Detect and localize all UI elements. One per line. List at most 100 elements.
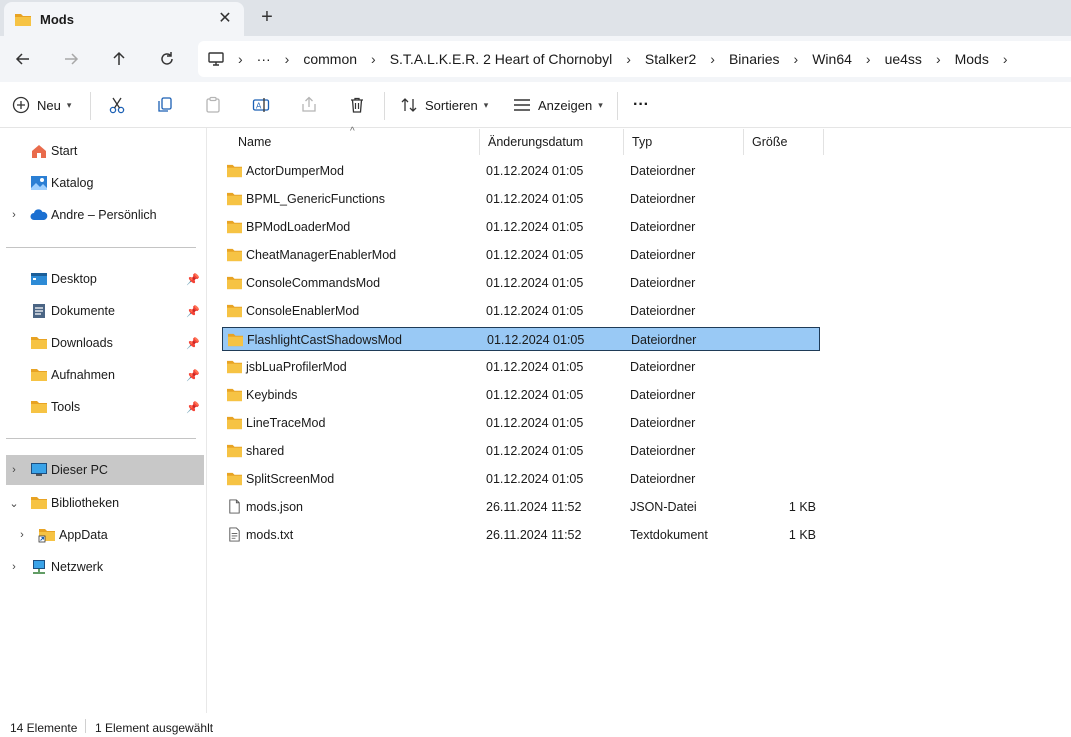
text-file-icon bbox=[229, 527, 240, 542]
file-date: 26.11.2024 11:52 bbox=[486, 528, 582, 542]
file-row[interactable]: shared 01.12.2024 01:05 Dateiordner bbox=[222, 439, 820, 463]
sidebar-item-dieser-pc[interactable]: › Dieser PC bbox=[6, 455, 204, 485]
tab-strip: Mods ✕ + bbox=[0, 0, 1071, 36]
refresh-button[interactable] bbox=[153, 45, 181, 73]
sidebar-item-label: Dokumente bbox=[51, 304, 115, 318]
delete-button[interactable] bbox=[348, 94, 366, 116]
view-button[interactable]: Anzeigen ▾ bbox=[513, 94, 603, 116]
sidebar-item-netzwerk[interactable]: › Netzwerk bbox=[6, 552, 204, 582]
sidebar-item-start[interactable]: Start bbox=[6, 136, 204, 166]
breadcrumb-common[interactable]: common bbox=[303, 51, 357, 67]
file-name: BPML_GenericFunctions bbox=[246, 192, 385, 206]
file-name: CheatManagerEnablerMod bbox=[246, 248, 397, 262]
command-bar: Neu ▾ A Sortieren ▾ Anzeigen ▾ ··· bbox=[0, 82, 1071, 128]
file-row[interactable]: BPModLoaderMod 01.12.2024 01:05 Dateiordne… bbox=[222, 215, 820, 239]
breadcrumb-stalker2[interactable]: Stalker2 bbox=[645, 51, 696, 67]
sidebar-item-bibliotheken[interactable]: ⌄ Bibliotheken bbox=[6, 488, 204, 518]
file-row[interactable]: jsbLuaProfilerMod 01.12.2024 01:05 Dateior… bbox=[222, 355, 820, 379]
view-list-icon bbox=[514, 99, 530, 111]
pin-icon[interactable]: 📌 bbox=[186, 337, 200, 350]
column-header-size[interactable]: Größe bbox=[744, 129, 824, 155]
sidebar-item-katalog[interactable]: Katalog bbox=[6, 168, 204, 198]
rename-button[interactable]: A bbox=[252, 94, 270, 116]
new-button[interactable]: Neu ▾ bbox=[12, 94, 71, 116]
column-header-type[interactable]: Typ bbox=[624, 129, 744, 155]
address-bar[interactable]: › ··· › common › S.T.A.L.K.E.R. 2 Heart … bbox=[198, 41, 1071, 77]
file-name: BPModLoaderMod bbox=[246, 220, 351, 234]
file-name: FlashlightCastShadowsMod bbox=[247, 333, 402, 347]
breadcrumb-win64[interactable]: Win64 bbox=[812, 51, 852, 67]
sidebar-item-label: Bibliotheken bbox=[51, 496, 120, 510]
breadcrumb-binaries[interactable]: Binaries bbox=[729, 51, 780, 67]
file-row[interactable]: ConsoleCommandsMod 01.12.2024 01:05 Dateio… bbox=[222, 271, 820, 295]
sidebar-item-desktop[interactable]: Desktop 📌 bbox=[6, 264, 204, 294]
pin-icon[interactable]: 📌 bbox=[186, 273, 200, 286]
folder-icon bbox=[31, 401, 47, 413]
file-date: 01.12.2024 01:05 bbox=[486, 304, 584, 318]
breadcrumb-expand-chevron[interactable]: › bbox=[1003, 51, 1008, 67]
chevron-down-icon[interactable]: ⌄ bbox=[8, 497, 20, 510]
pin-icon[interactable]: 📌 bbox=[186, 369, 200, 382]
folder-icon bbox=[15, 13, 31, 26]
sort-button[interactable]: Sortieren ▾ bbox=[400, 94, 488, 116]
file-row[interactable]: Keybinds 01.12.2024 01:05 Dateiordner bbox=[222, 383, 820, 407]
file-size: 1 KB bbox=[788, 500, 816, 514]
file-row[interactable]: CheatManagerEnablerMod 01.12.2024 01:05 Da… bbox=[222, 243, 820, 267]
file-date: 01.12.2024 01:05 bbox=[486, 192, 584, 206]
file-row[interactable]: LineTraceMod 01.12.2024 01:05 Dateiordner bbox=[222, 411, 820, 435]
pin-icon[interactable]: 📌 bbox=[186, 305, 200, 318]
chevron-right-icon[interactable]: › bbox=[8, 464, 20, 476]
file-date: 01.12.2024 01:05 bbox=[486, 388, 584, 402]
sidebar-item-dokumente[interactable]: Dokumente 📌 bbox=[6, 296, 204, 326]
sidebar-item-tools[interactable]: Tools 📌 bbox=[6, 392, 204, 422]
file-row[interactable]: mods.json 26.11.2024 11:52 JSON-Datei 1 KB bbox=[222, 495, 820, 519]
file-type: JSON-Datei bbox=[630, 500, 697, 514]
chevron-right-icon[interactable]: › bbox=[8, 209, 20, 221]
gallery-icon bbox=[31, 176, 47, 190]
toolbar-divider bbox=[617, 92, 618, 120]
file-row[interactable]: FlashlightCastShadowsMod 01.12.2024 01:05… bbox=[222, 327, 820, 351]
new-tab-button[interactable]: + bbox=[256, 6, 278, 28]
arrow-right-icon bbox=[65, 53, 79, 65]
forward-button[interactable] bbox=[57, 45, 85, 73]
sidebar-item-label: Desktop bbox=[51, 272, 97, 286]
home-icon bbox=[32, 145, 46, 158]
file-row[interactable]: BPML_GenericFunctions 01.12.2024 01:05 Dat… bbox=[222, 187, 820, 211]
breadcrumb-ue4ss[interactable]: ue4ss bbox=[885, 51, 922, 67]
tab-close-button[interactable]: ✕ bbox=[216, 10, 234, 28]
navigation-bar: › ··· › common › S.T.A.L.K.E.R. 2 Heart … bbox=[0, 36, 1071, 82]
sidebar-item-label: Tools bbox=[51, 400, 81, 414]
breadcrumb-separator: › bbox=[371, 51, 376, 67]
folder-icon bbox=[227, 164, 242, 178]
file-row[interactable]: SplitScreenMod 01.12.2024 01:05 Dateiordne… bbox=[222, 467, 820, 491]
status-divider bbox=[85, 719, 86, 733]
paste-button[interactable] bbox=[204, 94, 222, 116]
column-header-date[interactable]: Änderungsdatum bbox=[480, 129, 624, 155]
up-button[interactable] bbox=[105, 45, 133, 73]
file-row[interactable]: mods.txt 26.11.2024 11:52 Textdokument 1 KB bbox=[222, 523, 820, 547]
pin-icon[interactable]: 📌 bbox=[186, 401, 200, 414]
file-name: ConsoleEnablerMod bbox=[246, 304, 360, 318]
sidebar-item-onedrive[interactable]: › Andre – Persönlich bbox=[6, 200, 204, 230]
sidebar-item-downloads[interactable]: Downloads 📌 bbox=[6, 328, 204, 358]
back-button[interactable] bbox=[9, 45, 37, 73]
column-header-name[interactable]: Name bbox=[230, 129, 480, 155]
refresh-icon bbox=[161, 52, 173, 65]
file-row[interactable]: ConsoleEnablerMod 01.12.2024 01:05 Dateior… bbox=[222, 299, 820, 323]
more-options-button[interactable]: ··· bbox=[633, 94, 649, 116]
breadcrumb-mods[interactable]: Mods bbox=[955, 51, 989, 67]
breadcrumb-separator: › bbox=[284, 51, 290, 67]
file-type: Dateiordner bbox=[630, 192, 696, 206]
breadcrumb-overflow[interactable]: ··· bbox=[257, 51, 271, 67]
tab-mods[interactable]: Mods ✕ bbox=[4, 2, 244, 36]
chevron-right-icon[interactable]: › bbox=[16, 529, 28, 541]
copy-button[interactable] bbox=[156, 94, 174, 116]
sidebar-item-aufnahmen[interactable]: Aufnahmen 📌 bbox=[6, 360, 204, 390]
tab-title: Mods bbox=[40, 11, 74, 27]
cut-button[interactable] bbox=[108, 94, 126, 116]
share-button[interactable] bbox=[300, 94, 318, 116]
chevron-right-icon[interactable]: › bbox=[8, 561, 20, 573]
file-row[interactable]: ActorDumperMod 01.12.2024 01:05 Dateiordne… bbox=[222, 159, 820, 183]
sidebar-item-appdata[interactable]: › AppData bbox=[6, 520, 204, 550]
breadcrumb-stalker2-game[interactable]: S.T.A.L.K.E.R. 2 Heart of Chornobyl bbox=[390, 51, 613, 67]
